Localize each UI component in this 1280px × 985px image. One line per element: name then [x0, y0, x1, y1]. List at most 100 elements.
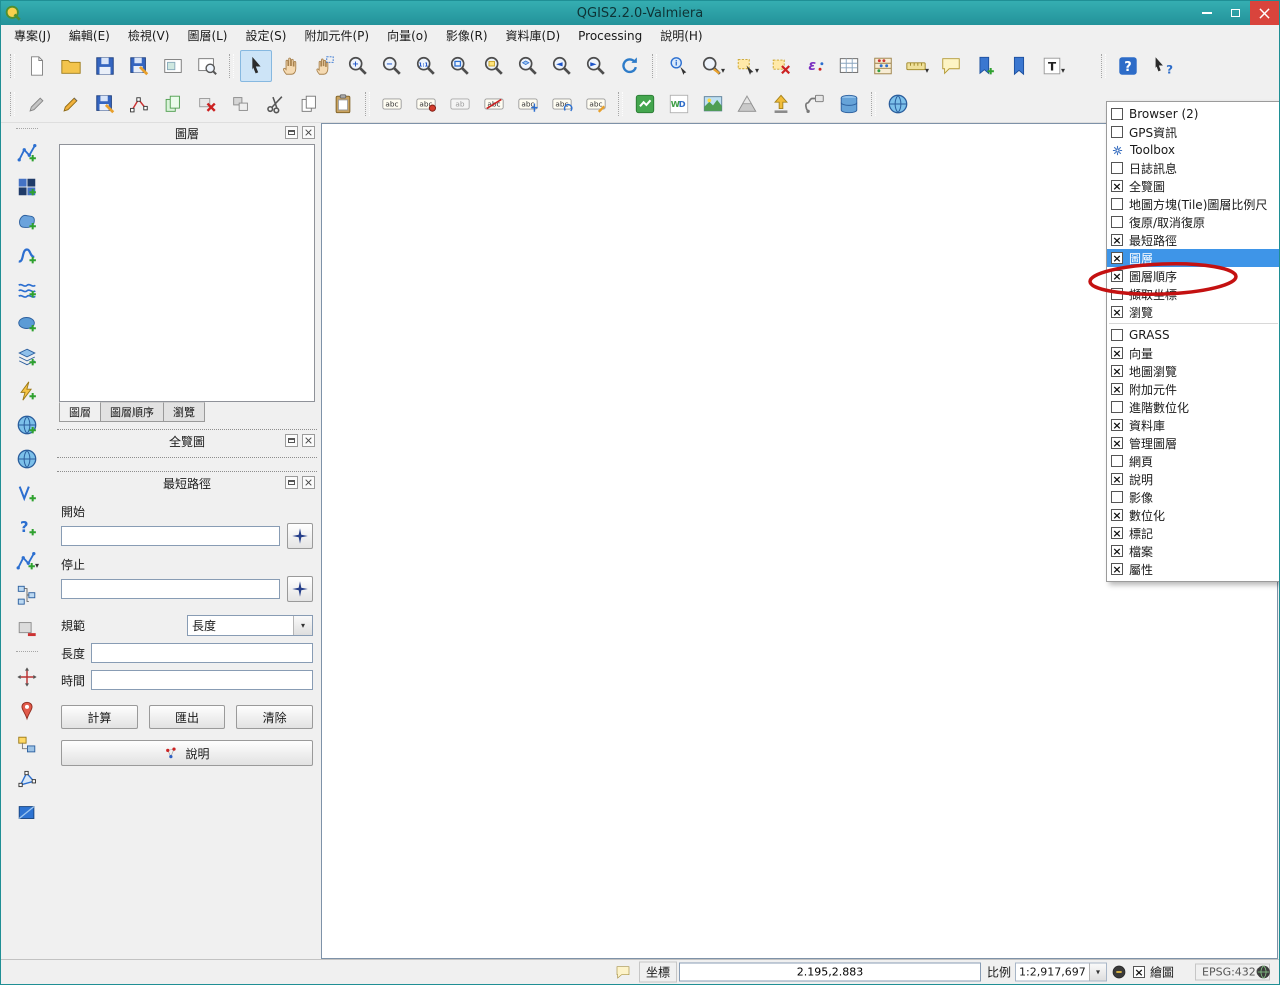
label-ab-button[interactable]: ab	[444, 88, 476, 120]
terrain-plugin-button[interactable]	[731, 88, 763, 120]
label-move-button[interactable]: abc	[512, 88, 544, 120]
toggle-editing-button[interactable]	[55, 88, 87, 120]
labeling-settings-button[interactable]: abc	[410, 88, 442, 120]
save-layer-edits-button[interactable]	[89, 88, 121, 120]
menu-help[interactable]: 說明(H)	[651, 25, 711, 46]
refresh-map-button[interactable]	[614, 50, 646, 82]
layers-panel-float-button[interactable]	[285, 126, 298, 139]
node-tool-button[interactable]	[123, 88, 155, 120]
panel-menu-item-help-toolbar[interactable]: ×說明	[1107, 470, 1280, 488]
coordinate-input[interactable]	[679, 963, 981, 982]
zoom-in-button[interactable]: +	[342, 50, 374, 82]
add-wms-layer-button[interactable]	[11, 341, 43, 373]
whats-this-button[interactable]: ?	[1146, 50, 1178, 82]
panel-menu-item-toolbox[interactable]: Toolbox	[1107, 141, 1280, 159]
panel-menu-item-undo-redo[interactable]: 復原/取消復原	[1107, 213, 1280, 231]
panel-menu-item-browser-panel[interactable]: ×瀏覽	[1107, 303, 1280, 321]
clear-button[interactable]: 清除	[236, 705, 313, 729]
spatialite-database-button[interactable]	[833, 88, 865, 120]
zoom-native-button[interactable]: 1:1	[410, 50, 442, 82]
messages-icon[interactable]	[615, 964, 631, 980]
text-annotation-button[interactable]: T▾	[1037, 50, 1069, 82]
pan-map-button[interactable]	[274, 50, 306, 82]
panel-menu-item-coordinate-capture[interactable]: 擷取坐標	[1107, 285, 1280, 303]
maximize-button[interactable]	[1221, 1, 1250, 25]
menu-view[interactable]: 檢視(V)	[119, 25, 179, 46]
panel-menu-item-manage-layers-toolbar[interactable]: ×管理圖層	[1107, 434, 1280, 452]
label-rotate-button[interactable]: abc	[546, 88, 578, 120]
panel-menu-item-tile-scale[interactable]: 地圖方塊(Tile)圖層比例尺	[1107, 195, 1280, 213]
open-project-button[interactable]	[55, 50, 87, 82]
add-wcs-layer-button[interactable]	[11, 375, 43, 407]
panel-menu-item-label-toolbar[interactable]: ×標記	[1107, 524, 1280, 542]
add-postgis-layer-button[interactable]	[11, 205, 43, 237]
add-delimited-text-layer-button[interactable]	[11, 477, 43, 509]
wd-plugin-button[interactable]: WD	[663, 88, 695, 120]
shortest-path-help-button[interactable]: 說明	[61, 740, 313, 766]
tab-layer-order[interactable]: 圖層順序	[100, 402, 164, 422]
render-checkbox[interactable]: ×	[1133, 966, 1145, 978]
crs-status-icon[interactable]	[1255, 964, 1272, 981]
shortest-path-close-button[interactable]	[302, 476, 315, 489]
toolbar-handle[interactable]	[16, 128, 38, 132]
panel-menu-item-digitizing-toolbar[interactable]: ×數位化	[1107, 506, 1280, 524]
copy-features-button[interactable]	[293, 88, 325, 120]
measure-button[interactable]: ▾	[697, 50, 729, 82]
minimize-button[interactable]	[1192, 1, 1221, 25]
save-project-button[interactable]	[89, 50, 121, 82]
add-raster-layer-button[interactable]	[11, 171, 43, 203]
add-vector-layer-button[interactable]	[11, 137, 43, 169]
criterion-select[interactable]: 長度 ▾	[187, 615, 313, 636]
dock-splitter[interactable]	[57, 429, 317, 430]
map-tips-button[interactable]	[935, 50, 967, 82]
show-bookmarks-button[interactable]	[1003, 50, 1035, 82]
raster-image-plugin-button[interactable]	[697, 88, 729, 120]
menu-project[interactable]: 專案(J)	[5, 25, 60, 46]
scale-combo[interactable]: 1:2,917,697 ▾	[1015, 963, 1107, 982]
menu-raster[interactable]: 影像(R)	[437, 25, 497, 46]
layers-panel-close-button[interactable]	[302, 126, 315, 139]
open-attribute-table-button[interactable]	[833, 50, 865, 82]
panel-menu-item-raster-toolbar[interactable]: 影像	[1107, 488, 1280, 506]
panel-menu-item-file-toolbar[interactable]: ×檔案	[1107, 542, 1280, 560]
panel-menu-item-plugins-toolbar[interactable]: ×附加元件	[1107, 380, 1280, 398]
layers-tree[interactable]	[59, 144, 315, 402]
panel-menu-item-attributes-toolbar[interactable]: ×屬性	[1107, 560, 1280, 578]
add-spatialite-layer-button[interactable]	[11, 239, 43, 271]
add-wfs-layer-button[interactable]	[11, 409, 43, 441]
panel-menu-item-log-messages[interactable]: 日誌訊息	[1107, 159, 1280, 177]
panel-menu-item-web-toolbar[interactable]: 網頁	[1107, 452, 1280, 470]
label-properties-button[interactable]: abc	[580, 88, 612, 120]
menu-processing[interactable]: Processing	[569, 27, 651, 45]
measure-line-button[interactable]: ▾	[901, 50, 933, 82]
tab-layers[interactable]: 圖層	[59, 402, 101, 422]
text-annotation-tool-button[interactable]	[11, 695, 43, 727]
add-web-layer-button[interactable]	[11, 443, 43, 475]
db-manager-button[interactable]	[11, 579, 43, 611]
label-toggle-button[interactable]: abc	[478, 88, 510, 120]
coordinate-toggle[interactable]: 坐標	[639, 962, 677, 983]
new-bookmark-button[interactable]	[969, 50, 1001, 82]
new-project-button[interactable]	[21, 50, 53, 82]
upload-plugin-button[interactable]	[765, 88, 797, 120]
pan-to-selection-button[interactable]	[308, 50, 340, 82]
add-oracle-layer-button[interactable]	[11, 307, 43, 339]
menu-edit[interactable]: 編輯(E)	[60, 25, 119, 46]
menu-settings[interactable]: 設定(S)	[237, 25, 296, 46]
zoom-to-selection-button[interactable]	[478, 50, 510, 82]
panel-menu-item-overview[interactable]: ×全覽圖	[1107, 177, 1280, 195]
zoom-next-button[interactable]: ►	[580, 50, 612, 82]
panel-menu-item-map-navigation-toolbar[interactable]: ×地圖瀏覽	[1107, 362, 1280, 380]
new-shapefile-layer-button[interactable]: ▾	[11, 545, 43, 577]
menu-database[interactable]: 資料庫(D)	[497, 25, 570, 46]
polygon-annotation-button[interactable]	[11, 763, 43, 795]
panel-menu-item-vector-toolbar[interactable]: ×向量	[1107, 344, 1280, 362]
help-contents-button[interactable]: ?	[1112, 50, 1144, 82]
panel-menu-item-grass[interactable]: GRASS	[1107, 326, 1280, 344]
panel-menu-item-database-toolbar[interactable]: ×資料庫	[1107, 416, 1280, 434]
menu-plugins[interactable]: 附加元件(P)	[295, 25, 378, 46]
paste-features-button[interactable]	[327, 88, 359, 120]
move-feature-button[interactable]	[225, 88, 257, 120]
delete-selected-button[interactable]	[191, 88, 223, 120]
overview-panel-close-button[interactable]	[302, 434, 315, 447]
